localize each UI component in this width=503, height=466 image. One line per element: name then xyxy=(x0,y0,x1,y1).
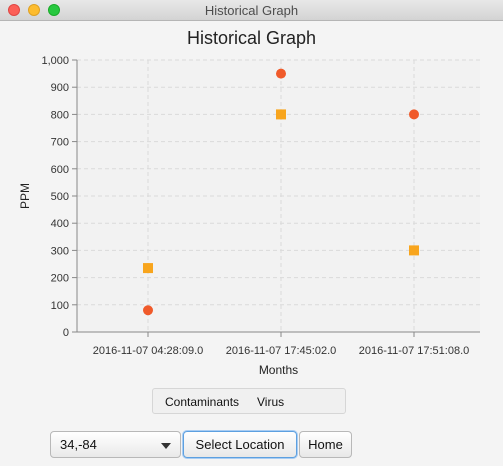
y-tick-label: 200 xyxy=(51,273,69,285)
window-title: Historical Graph xyxy=(204,3,299,18)
y-tick-label: 600 xyxy=(51,164,69,176)
plot-area xyxy=(77,60,480,332)
y-tick-label: 900 xyxy=(51,82,69,94)
y-axis-title: PPM xyxy=(18,183,32,209)
data-point-circle xyxy=(409,109,419,120)
y-tick-label: 700 xyxy=(51,137,69,149)
x-tick-label: 2016-11-07 04:28:09.0 xyxy=(93,345,204,357)
x-tick-label: 2016-11-07 17:45:02.0 xyxy=(226,345,337,357)
y-tick-label: 100 xyxy=(51,300,69,312)
home-button[interactable]: Home xyxy=(299,431,352,458)
y-tick-label: 1,000 xyxy=(41,55,69,67)
legend: Contaminants Virus xyxy=(152,388,346,414)
y-tick-label: 400 xyxy=(51,218,69,230)
data-point-circle xyxy=(143,305,153,316)
y-tick-label: 500 xyxy=(51,191,69,203)
legend-value: Virus xyxy=(257,395,285,409)
x-tick-label: 2016-11-07 17:51:08.0 xyxy=(359,345,470,357)
app-window: Historical Graph Historical Graph 0 100 20… xyxy=(0,0,503,466)
x-axis-title: Months xyxy=(259,363,298,377)
data-point-square xyxy=(409,245,419,256)
data-point-circle xyxy=(276,68,286,79)
title-bar: Historical Graph xyxy=(0,0,503,21)
chevron-down-icon xyxy=(161,443,171,449)
select-location-button[interactable]: Select Location xyxy=(183,431,297,458)
y-tick-label: 0 xyxy=(63,327,69,339)
y-tick-label: 800 xyxy=(51,109,69,121)
y-tick-label: 300 xyxy=(51,245,69,257)
legend-label: Contaminants xyxy=(165,395,240,409)
location-dropdown-value: 34,-84 xyxy=(60,437,97,452)
location-dropdown[interactable]: 34,-84 xyxy=(50,431,181,458)
scatter-chart: 0 100 200 300 400 500 600 700 800 900 1,000 2016-11… xyxy=(18,55,480,377)
main-content: Historical Graph 0 100 200 300 400 500 600 700 8… xyxy=(0,21,503,466)
data-point-square xyxy=(143,263,153,274)
data-point-square xyxy=(276,109,286,120)
